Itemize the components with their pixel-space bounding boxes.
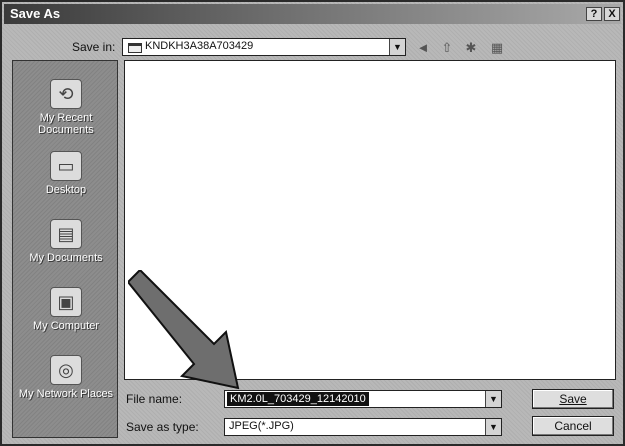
chevron-down-icon[interactable]: ▼ <box>485 391 501 407</box>
save-as-type-value: JPEG(*.JPG) <box>229 420 294 432</box>
window-title: Save As <box>10 6 61 21</box>
save-as-type-label: Save as type: <box>126 420 199 434</box>
place-my-computer[interactable]: ▣ My Computer <box>13 287 119 332</box>
save-in-value: KNDKH3A38A703429 <box>145 40 254 52</box>
desktop-icon: ▭ <box>50 151 82 181</box>
place-my-network-places[interactable]: ◎ My Network Places <box>13 355 119 400</box>
folder-icon <box>128 43 142 53</box>
save-as-dialog: Save As ? X Save in: KNDKH3A38A703429 ▼ … <box>0 0 625 446</box>
new-folder-icon[interactable]: ✱ <box>462 40 480 56</box>
my-computer-icon: ▣ <box>50 287 82 317</box>
views-menu-icon[interactable]: ▦ <box>488 40 506 56</box>
place-label: My Computer <box>32 320 100 332</box>
close-button[interactable]: X <box>604 7 620 21</box>
cancel-button[interactable]: Cancel <box>532 416 614 436</box>
network-places-icon: ◎ <box>50 355 82 385</box>
title-bar: Save As ? X <box>4 4 621 24</box>
chevron-down-icon[interactable]: ▼ <box>485 419 501 435</box>
place-my-recent-documents[interactable]: ⟲ My Recent Documents <box>13 79 119 136</box>
my-documents-icon: ▤ <box>50 219 82 249</box>
save-in-label: Save in: <box>72 40 116 54</box>
place-label: My Recent Documents <box>38 112 94 136</box>
back-icon[interactable]: ◄ <box>414 40 432 56</box>
place-label: My Documents <box>29 252 103 264</box>
save-button[interactable]: Save <box>532 389 614 409</box>
save-as-type-dropdown[interactable]: JPEG(*.JPG) ▼ <box>224 418 502 436</box>
place-label: My Network Places <box>18 388 114 400</box>
pointer-arrow-icon <box>128 270 240 390</box>
chevron-down-icon[interactable]: ▼ <box>389 39 405 55</box>
place-my-documents[interactable]: ▤ My Documents <box>13 219 119 264</box>
save-in-dropdown[interactable]: KNDKH3A38A703429 ▼ <box>122 38 406 56</box>
places-bar: ⟲ My Recent Documents ▭ Desktop ▤ My Doc… <box>12 60 118 438</box>
place-label: Desktop <box>45 184 87 196</box>
recent-documents-icon: ⟲ <box>50 79 82 109</box>
help-button[interactable]: ? <box>586 7 602 21</box>
place-desktop[interactable]: ▭ Desktop <box>13 151 119 196</box>
up-folder-icon[interactable]: ⇧ <box>438 40 456 56</box>
